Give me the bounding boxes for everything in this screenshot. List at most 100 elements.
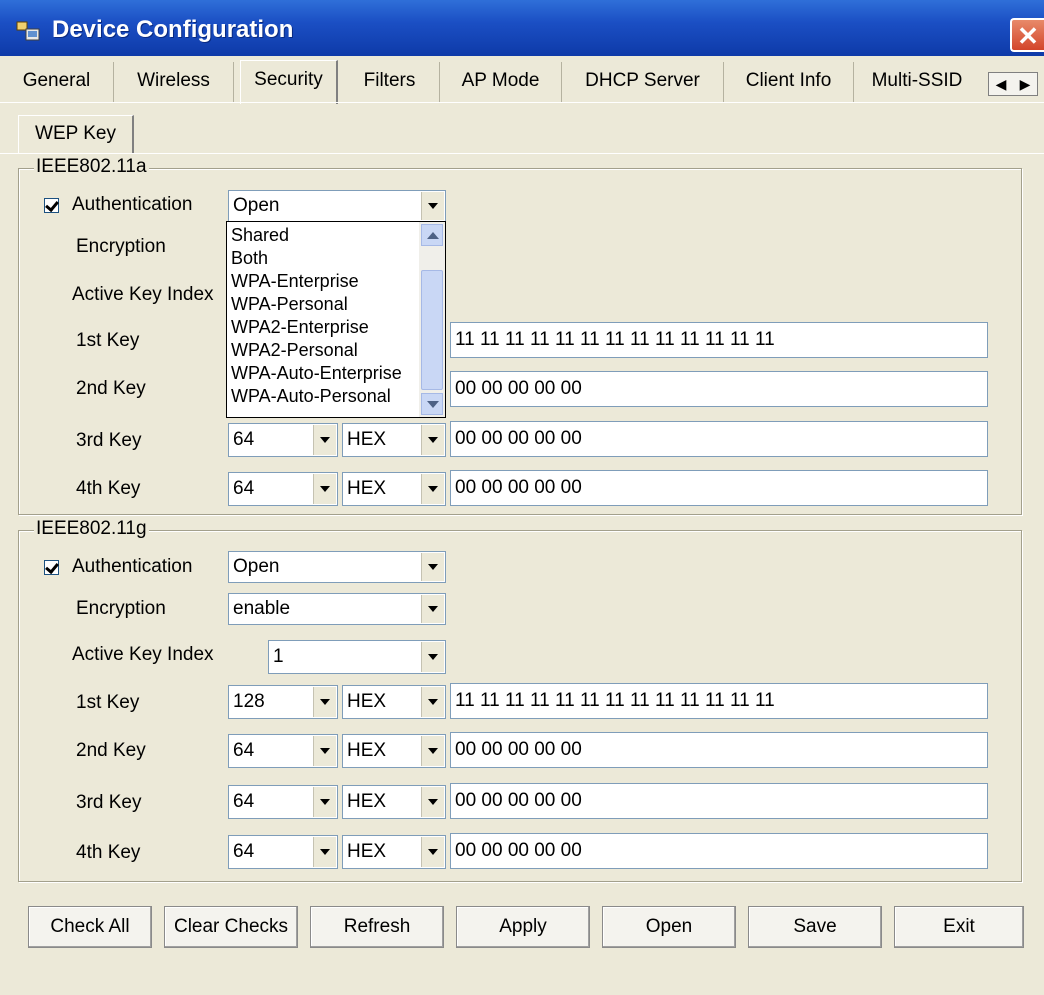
tab-ap-mode[interactable]: AP Mode: [440, 62, 562, 102]
group-g-key2-value: 00 00 00 00 00: [455, 739, 582, 760]
dropdown-option-both[interactable]: Both: [231, 247, 268, 270]
group-g-key2-length: 64: [233, 740, 255, 761]
group-g-key1-length-select[interactable]: 128: [228, 685, 338, 719]
chevron-down-icon[interactable]: [313, 736, 336, 766]
window-title: Device Configuration: [52, 16, 294, 43]
chevron-down-icon[interactable]: [313, 687, 336, 717]
group-a-key4-format: HEX: [347, 478, 387, 499]
chevron-down-icon[interactable]: [313, 787, 336, 817]
chevron-down-icon[interactable]: [313, 837, 336, 867]
group-g-key3-length-select[interactable]: 64: [228, 785, 338, 819]
group-a-key2-value: 00 00 00 00 00: [455, 378, 582, 399]
group-g-key4-value: 00 00 00 00 00: [455, 840, 582, 861]
group-g-enc-select[interactable]: enable: [228, 593, 446, 625]
group-g-key3-label: 3rd Key: [76, 792, 142, 813]
tab-scroll-buttons: ◀ ▶: [988, 72, 1038, 96]
group-g-active-key-value: 1: [273, 646, 284, 667]
tab-wireless[interactable]: Wireless: [114, 62, 234, 102]
exit-button[interactable]: Exit: [894, 906, 1024, 948]
tab-filters[interactable]: Filters: [340, 62, 440, 102]
chevron-down-icon[interactable]: [421, 425, 444, 455]
chevron-down-icon[interactable]: [421, 474, 444, 504]
group-g-key1-input[interactable]: 11 11 11 11 11 11 11 11 11 11 11 11 11: [450, 683, 988, 719]
group-g-key4-format-select[interactable]: HEX: [342, 835, 446, 869]
group-g-active-key-select[interactable]: 1: [268, 640, 446, 674]
group-a-key3-input[interactable]: 00 00 00 00 00: [450, 421, 988, 457]
group-a-key4-length: 64: [233, 478, 255, 499]
group-a-auth-checkbox[interactable]: [44, 198, 59, 213]
group-a-auth-select[interactable]: Open: [228, 190, 446, 222]
auth-dropdown-list[interactable]: Shared Both WPA-Enterprise WPA-Personal …: [226, 221, 446, 418]
save-button[interactable]: Save: [748, 906, 882, 948]
chevron-down-icon[interactable]: [421, 595, 444, 623]
tab-general[interactable]: General: [0, 62, 114, 102]
tab-dhcp-server[interactable]: DHCP Server: [562, 62, 724, 102]
group-g-key4-length-select[interactable]: 64: [228, 835, 338, 869]
apply-button[interactable]: Apply: [456, 906, 590, 948]
group-a-key4-label: 4th Key: [76, 478, 141, 499]
group-a-key4-format-select[interactable]: HEX: [342, 472, 446, 506]
group-g-key3-format: HEX: [347, 791, 387, 812]
group-a-key3-length: 64: [233, 429, 255, 450]
group-a-key2-input[interactable]: 00 00 00 00 00: [450, 371, 988, 407]
tab-client-info[interactable]: Client Info: [724, 62, 854, 102]
close-button[interactable]: ✕: [1010, 18, 1044, 52]
group-g-key2-input[interactable]: 00 00 00 00 00: [450, 732, 988, 768]
chevron-down-icon[interactable]: [421, 642, 444, 672]
group-g-key3-format-select[interactable]: HEX: [342, 785, 446, 819]
dropdown-scrollbar[interactable]: [419, 222, 445, 417]
group-a-key1-input[interactable]: 11 11 11 11 11 11 11 11 11 11 11 11 11: [450, 322, 988, 358]
group-g-auth-label: Authentication: [72, 556, 193, 577]
chevron-down-icon[interactable]: [421, 787, 444, 817]
subtab-wep-key[interactable]: WEP Key: [18, 115, 134, 153]
dropdown-option-wpa-enterprise[interactable]: WPA-Enterprise: [231, 270, 359, 293]
dropdown-option-wpa-auto-personal[interactable]: WPA-Auto-Personal: [231, 385, 391, 408]
group-a-key3-format: HEX: [347, 429, 387, 450]
group-g-auth-select[interactable]: Open: [228, 551, 446, 583]
dropdown-option-shared[interactable]: Shared: [231, 224, 289, 247]
refresh-button[interactable]: Refresh: [310, 906, 444, 948]
check-all-button[interactable]: Check All: [28, 906, 152, 948]
dropdown-option-wpa2-enterprise[interactable]: WPA2-Enterprise: [231, 316, 369, 339]
chevron-down-icon[interactable]: [313, 474, 336, 504]
group-g-key4-format: HEX: [347, 841, 387, 862]
group-g-key2-label: 2nd Key: [76, 740, 146, 761]
group-g-key3-length: 64: [233, 791, 255, 812]
tab-scroll-left-icon[interactable]: ◀: [989, 73, 1013, 95]
group-g-key3-input[interactable]: 00 00 00 00 00: [450, 783, 988, 819]
tab-security[interactable]: Security: [240, 60, 338, 104]
group-g-key2-format-select[interactable]: HEX: [342, 734, 446, 768]
chevron-down-icon[interactable]: [421, 736, 444, 766]
clear-checks-button[interactable]: Clear Checks: [164, 906, 298, 948]
dropdown-option-wpa-auto-enterprise[interactable]: WPA-Auto-Enterprise: [231, 362, 402, 385]
chevron-down-icon[interactable]: [421, 192, 444, 220]
group-a-key3-length-select[interactable]: 64: [228, 423, 338, 457]
group-a-key3-format-select[interactable]: HEX: [342, 423, 446, 457]
chevron-down-icon[interactable]: [421, 553, 444, 581]
tab-strip-divider: [0, 102, 1044, 103]
group-a-key4-length-select[interactable]: 64: [228, 472, 338, 506]
group-a-auth-label: Authentication: [72, 194, 193, 215]
group-a-key4-value: 00 00 00 00 00: [455, 477, 582, 498]
tab-scroll-right-icon[interactable]: ▶: [1013, 73, 1037, 95]
scroll-up-icon[interactable]: [421, 224, 443, 246]
group-g-key2-length-select[interactable]: 64: [228, 734, 338, 768]
group-g-key1-format: HEX: [347, 691, 387, 712]
dropdown-option-wpa2-personal[interactable]: WPA2-Personal: [231, 339, 358, 362]
dropdown-option-wpa-personal[interactable]: WPA-Personal: [231, 293, 348, 316]
subtab-divider: [0, 153, 1044, 154]
group-a-key1-label: 1st Key: [76, 330, 140, 351]
group-g-key4-input[interactable]: 00 00 00 00 00: [450, 833, 988, 869]
scroll-thumb[interactable]: [421, 270, 443, 390]
tab-multi-ssid[interactable]: Multi-SSID: [854, 62, 980, 102]
group-a-key3-label: 3rd Key: [76, 430, 142, 451]
scroll-down-icon[interactable]: [421, 393, 443, 415]
group-g-key1-format-select[interactable]: HEX: [342, 685, 446, 719]
chevron-down-icon[interactable]: [313, 425, 336, 455]
group-a-key4-input[interactable]: 00 00 00 00 00: [450, 470, 988, 506]
chevron-down-icon[interactable]: [421, 687, 444, 717]
open-button[interactable]: Open: [602, 906, 736, 948]
chevron-down-icon[interactable]: [421, 837, 444, 867]
group-g-auth-checkbox[interactable]: [44, 560, 59, 575]
group-a-active-key-label: Active Key Index: [72, 284, 214, 305]
